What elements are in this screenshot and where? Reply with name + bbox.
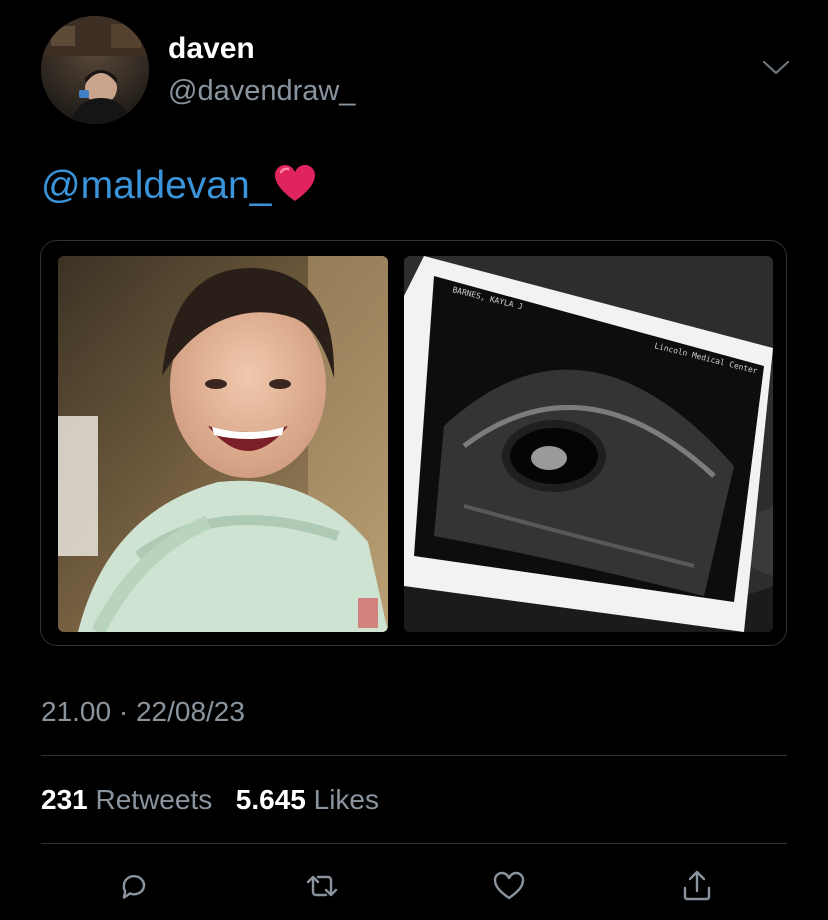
tweet-text: @maldevan_ xyxy=(41,163,317,209)
reply-button[interactable] xyxy=(114,866,154,906)
photo-smiling-person[interactable] xyxy=(58,256,388,632)
retweets-count: 231 xyxy=(41,784,88,815)
divider-top xyxy=(41,755,787,756)
photo-ultrasound-scan[interactable]: BARNES, KAYLA J Lincoln Medical Center xyxy=(404,256,773,632)
engagement-stats: 231 Retweets 5.645 Likes xyxy=(41,783,379,817)
tweet-timestamp[interactable]: 21.00 · 22/08/23 xyxy=(41,695,245,729)
retweets-label: Retweets xyxy=(95,784,213,815)
retweet-icon xyxy=(306,875,338,897)
avatar-image xyxy=(41,16,149,124)
media-grid: BARNES, KAYLA J Lincoln Medical Center xyxy=(40,240,787,646)
share-icon xyxy=(683,870,711,901)
retweet-button[interactable] xyxy=(302,866,342,906)
likes-count: 5.645 xyxy=(235,784,306,815)
likes-stat[interactable]: 5.645 Likes xyxy=(236,784,379,815)
like-button[interactable] xyxy=(489,866,529,906)
share-button[interactable] xyxy=(677,866,717,906)
like-icon xyxy=(493,871,525,900)
divider-bottom xyxy=(41,843,787,844)
author-avatar[interactable] xyxy=(41,16,149,124)
red-heart-emoji xyxy=(273,164,317,204)
mention-link[interactable]: @maldevan_ xyxy=(41,164,271,207)
reply-icon xyxy=(122,875,146,899)
retweets-stat[interactable]: 231 Retweets xyxy=(41,784,212,815)
chevron-down-icon[interactable] xyxy=(760,56,792,80)
author-display-name[interactable]: daven xyxy=(168,31,255,67)
likes-label: Likes xyxy=(313,784,380,815)
author-handle[interactable]: @davendraw_ xyxy=(168,73,355,109)
